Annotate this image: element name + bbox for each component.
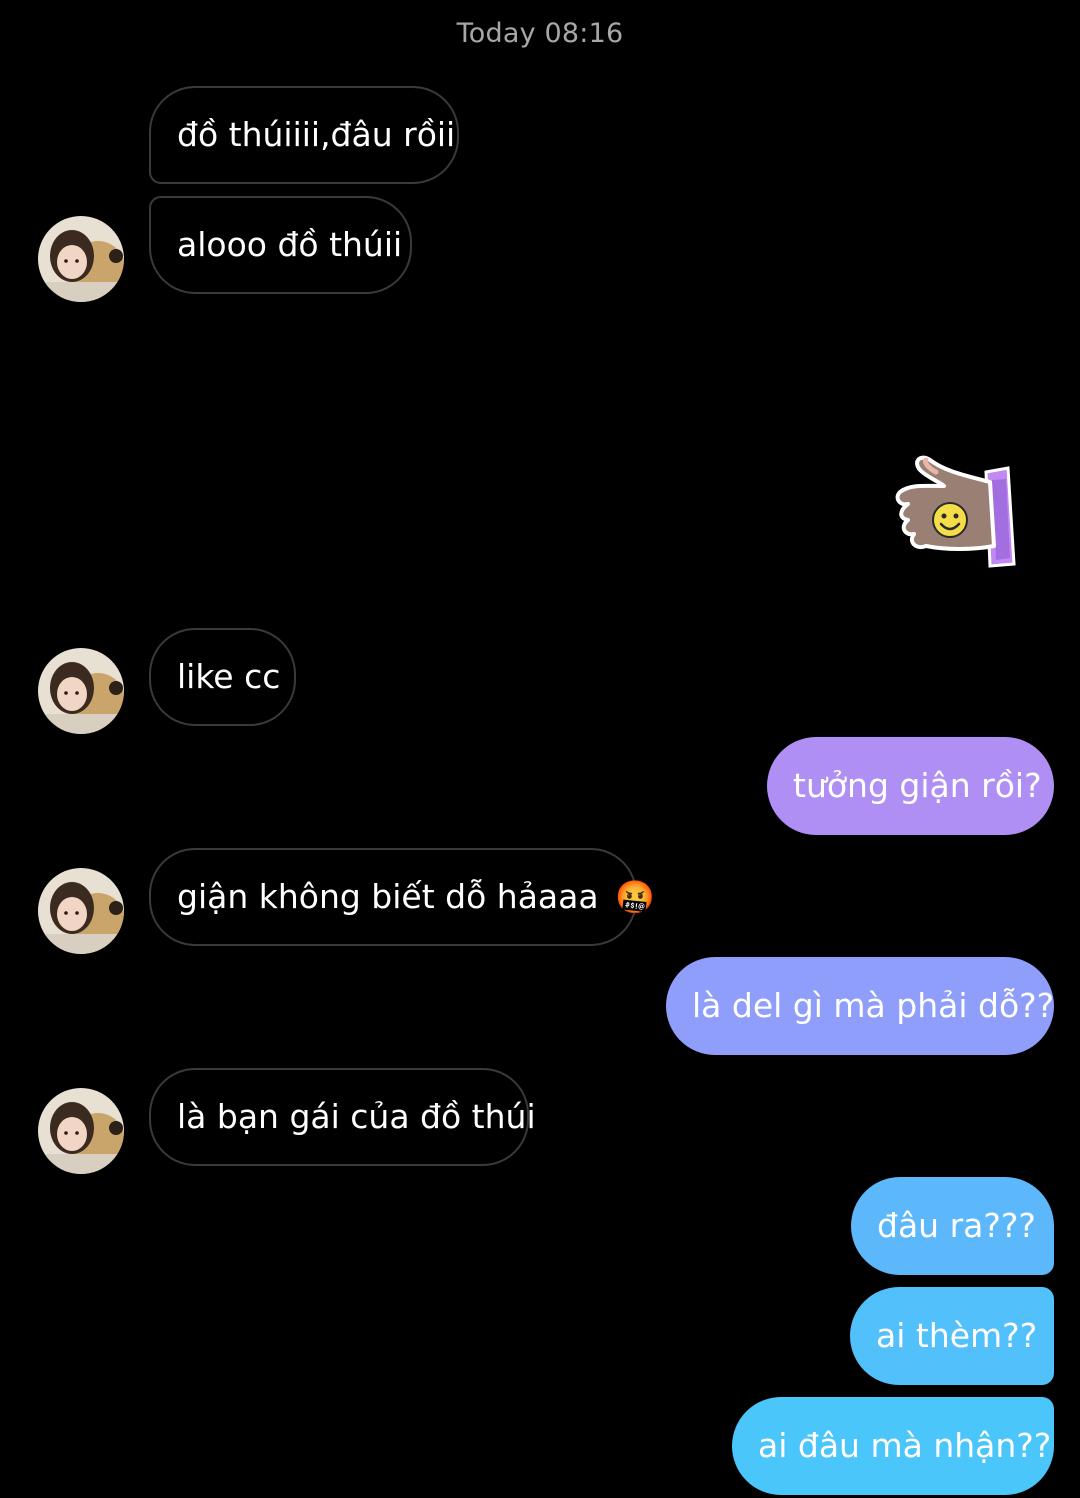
message-text: ai đâu mà nhận?? bbox=[758, 1426, 1052, 1465]
contact-avatar[interactable] bbox=[38, 1088, 124, 1174]
message-text: giận không biết dỗ hảaaa bbox=[177, 877, 599, 916]
message-text: like cc bbox=[177, 657, 281, 696]
incoming-message-bubble[interactable]: giận không biết dỗ hảaaa 🤬 bbox=[149, 848, 655, 946]
message-text: là bạn gái của đồ thúi bbox=[177, 1097, 536, 1136]
outgoing-message-bubble[interactable]: tưởng giận rồi? bbox=[767, 737, 1054, 835]
contact-avatar[interactable] bbox=[38, 216, 124, 302]
outgoing-message-bubble[interactable]: đâu ra??? bbox=[851, 1177, 1054, 1275]
contact-avatar[interactable] bbox=[38, 868, 124, 954]
conversation-timestamp: Today 08:16 bbox=[456, 18, 624, 49]
message-text: là del gì mà phải dỗ?? bbox=[692, 986, 1055, 1025]
incoming-message-bubble[interactable]: là bạn gái của đồ thúi bbox=[149, 1068, 536, 1166]
message-text: ai thèm?? bbox=[876, 1316, 1038, 1355]
incoming-message-bubble[interactable]: alooo đồ thúii bbox=[149, 196, 412, 294]
outgoing-message-bubble[interactable]: ai đâu mà nhận?? bbox=[732, 1397, 1054, 1495]
message-text: đâu ra??? bbox=[877, 1206, 1036, 1245]
message-text: alooo đồ thúii bbox=[177, 225, 403, 264]
angry-face-emoji: 🤬 bbox=[615, 878, 655, 916]
incoming-message-bubble[interactable]: like cc bbox=[149, 628, 296, 726]
outgoing-message-bubble[interactable]: là del gì mà phải dỗ?? bbox=[666, 957, 1054, 1055]
hand-smiley-sticker[interactable] bbox=[886, 446, 1026, 576]
outgoing-message-bubble[interactable]: ai thèm?? bbox=[850, 1287, 1054, 1385]
message-text: tưởng giận rồi? bbox=[793, 766, 1042, 805]
incoming-message-bubble[interactable]: đồ thúiiii,đâu rồii bbox=[149, 86, 459, 184]
contact-avatar[interactable] bbox=[38, 648, 124, 734]
message-text: đồ thúiiii,đâu rồii bbox=[177, 115, 456, 154]
